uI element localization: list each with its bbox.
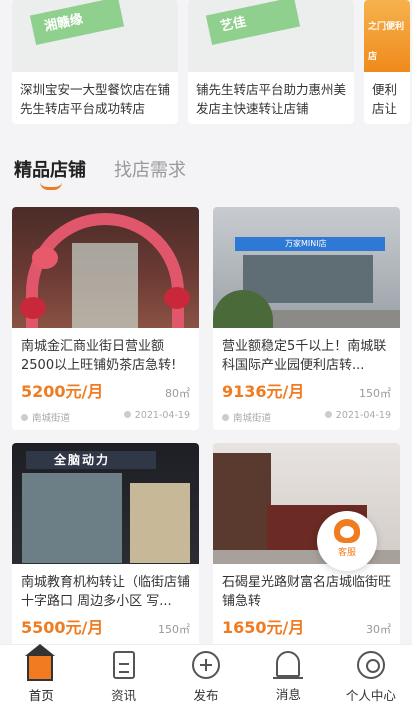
story-text: 铺先生转店平台助力惠州美发店主快速转让店铺 [196, 82, 347, 116]
nav-label: 个人中心 [345, 688, 396, 703]
listing-area: 150㎡ [158, 623, 190, 636]
listing-area: 150㎡ [359, 387, 391, 400]
listing-date: 2021-04-19 [324, 410, 391, 424]
customer-service-button[interactable]: 客服 [317, 511, 377, 571]
bell-icon [273, 651, 304, 679]
nav-label: 首页 [28, 688, 54, 703]
listing-card[interactable]: 全脑动力 南城教育机构转让（临街店铺 十字路口 周边多小区 写... 5500元… [12, 443, 199, 666]
story-card[interactable]: 艺佳 铺先生转店平台助力惠州美发店主快速转让店铺 [188, 0, 354, 124]
section-tabs: 精品店铺 找店需求 [14, 156, 186, 190]
nav-messages[interactable]: 消息 [247, 645, 329, 703]
story-tag: 之门便利店 [368, 22, 405, 62]
tab-featured-shops[interactable]: 精品店铺 [14, 156, 86, 190]
nav-label: 发布 [193, 688, 219, 703]
listing-card[interactable]: 万家MINI店 营业额稳定5千以上！南城联科国际产业园便利店转... 9136元… [213, 207, 400, 430]
headset-icon [334, 519, 360, 543]
listing-date: 2021-04-19 [123, 410, 190, 424]
listing-title: 石碣星光路财富名店城临街旺铺急转 [222, 575, 392, 609]
story-image: 湘赣缘 [12, 0, 178, 72]
listing-price: 9136元/月 [222, 382, 305, 401]
bottom-nav: 首页 资讯 发布 消息 个人中心 [0, 644, 412, 703]
story-image: 之门便利店 [364, 0, 410, 72]
listing-title: 营业额稳定5千以上！南城联科国际产业园便利店转... [222, 339, 387, 373]
listing-area: 80㎡ [165, 387, 190, 400]
home-page: 湘赣缘 深圳宝安一大型餐饮店在铺先生转店平台成功转店 艺佳 铺先生转店平台助力惠… [0, 0, 412, 703]
active-tab-indicator [40, 182, 62, 190]
tab-label: 精品店铺 [14, 160, 86, 181]
listing-image: 全脑动力 [12, 443, 199, 564]
news-icon [112, 651, 135, 679]
location-icon [222, 414, 229, 421]
listing-grid: 南城金汇商业街日营业额2500以上旺铺奶茶店急转! 5200元/月 80㎡ 南城… [12, 207, 400, 666]
story-card[interactable]: 湘赣缘 深圳宝安一大型餐饮店在铺先生转店平台成功转店 [12, 0, 178, 124]
nav-label: 消息 [275, 687, 301, 702]
story-text: 便利店让 [372, 82, 398, 116]
listing-card[interactable]: 南城金汇商业街日营业额2500以上旺铺奶茶店急转! 5200元/月 80㎡ 南城… [12, 207, 199, 430]
story-tag: 艺佳 [205, 0, 301, 46]
user-icon [356, 651, 385, 679]
listing-title: 南城教育机构转让（临街店铺 十字路口 周边多小区 写... [21, 575, 191, 609]
story-text: 深圳宝安一大型餐饮店在铺先生转店平台成功转店 [20, 82, 171, 116]
nav-home[interactable]: 首页 [0, 644, 82, 703]
listing-area: 30㎡ [366, 623, 391, 636]
customer-service-label: 客服 [337, 548, 356, 558]
story-image: 艺佳 [188, 0, 354, 72]
listing-location: 南城街道 [21, 410, 70, 424]
plus-circle-icon [192, 651, 221, 679]
nav-publish[interactable]: 发布 [165, 645, 247, 703]
listing-image [12, 207, 199, 328]
story-card[interactable]: 之门便利店 便利店让 [364, 0, 410, 124]
success-stories: 湘赣缘 深圳宝安一大型餐饮店在铺先生转店平台成功转店 艺佳 铺先生转店平台助力惠… [12, 0, 410, 124]
tab-label: 找店需求 [114, 160, 186, 181]
story-tag: 湘赣缘 [29, 0, 125, 46]
clock-icon [324, 411, 332, 418]
tab-shop-requests[interactable]: 找店需求 [114, 156, 186, 182]
listing-price: 5500元/月 [21, 618, 104, 637]
location-icon [21, 414, 28, 421]
listing-location: 南城街道 [222, 410, 271, 424]
clock-icon [123, 411, 131, 418]
nav-profile[interactable]: 个人中心 [330, 645, 412, 703]
listing-price: 5200元/月 [21, 382, 104, 401]
listing-title: 南城金汇商业街日营业额2500以上旺铺奶茶店急转! [21, 339, 177, 373]
listing-price: 1650元/月 [222, 618, 305, 637]
listing-image: 万家MINI店 [213, 207, 400, 328]
nav-label: 资讯 [111, 688, 137, 703]
home-icon [25, 644, 56, 681]
nav-news[interactable]: 资讯 [82, 645, 164, 703]
